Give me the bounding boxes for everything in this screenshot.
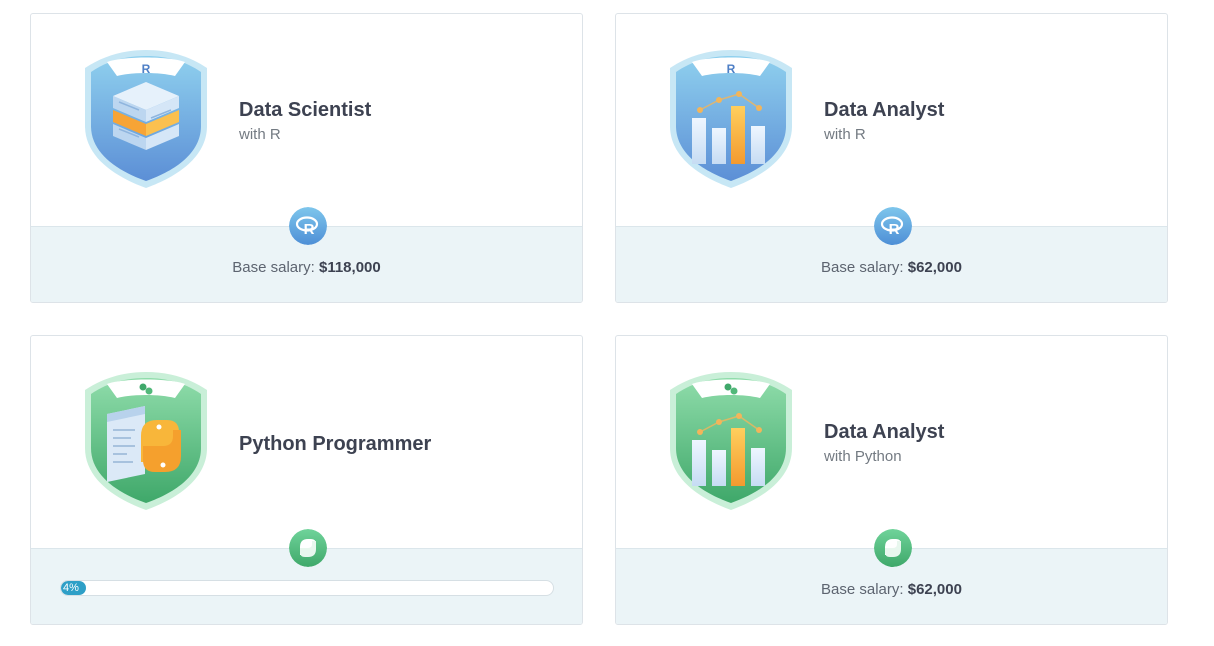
bar-chart-icon: R — [670, 50, 792, 188]
python-logo-icon — [874, 529, 912, 567]
salary-label: Base salary: — [821, 259, 904, 276]
track-title: Data Analyst — [824, 99, 945, 121]
salary-line: Base salary: $62,000 — [616, 259, 1167, 276]
card-header: R Data Analyst with R — [616, 14, 1167, 226]
salary-value: $62,000 — [907, 259, 962, 276]
title-block: Data Scientist with R — [239, 97, 371, 144]
title-block: Data Analyst with R — [824, 97, 944, 144]
r-logo-icon: R — [289, 207, 327, 245]
salary-label: Base salary: — [821, 581, 904, 598]
track-title: Data Scientist — [239, 99, 372, 121]
track-card-data-analyst-r[interactable]: R Data Analyst with R R Base salary: $62… — [615, 13, 1168, 303]
salary-line: Base salary: $62,000 — [616, 581, 1167, 598]
salary-label: Base salary: — [232, 259, 315, 276]
card-header: Data Analyst with Python — [616, 336, 1167, 548]
track-title: Data Analyst — [824, 421, 945, 443]
salary-value: $62,000 — [907, 581, 962, 598]
salary-line: Base salary: $118,000 — [31, 259, 582, 276]
card-header: Python Programmer — [31, 336, 582, 548]
progress-bar: 4% — [60, 580, 554, 596]
track-card-data-analyst-python[interactable]: Data Analyst with Python Base salary: $6… — [615, 335, 1168, 625]
python-logo-icon — [85, 372, 207, 510]
title-block: Python Programmer — [239, 431, 431, 457]
track-subtitle: with Python — [824, 448, 902, 465]
title-block: Data Analyst with Python — [824, 419, 944, 466]
python-logo-icon — [289, 529, 327, 567]
track-subtitle: with R — [824, 126, 866, 143]
svg-text:R: R — [889, 221, 900, 238]
track-card-python-programmer[interactable]: Python Programmer 4% — [30, 335, 583, 625]
svg-text:R: R — [727, 62, 736, 76]
track-title: Python Programmer — [239, 433, 432, 455]
salary-value: $118,000 — [318, 259, 381, 276]
svg-text:R: R — [142, 62, 151, 76]
svg-text:R: R — [304, 221, 315, 238]
track-card-data-scientist-r[interactable]: R Data Scientist with R R Base salary: $… — [30, 13, 583, 303]
track-subtitle: with R — [239, 126, 281, 143]
server-stack-icon: R — [85, 50, 207, 188]
r-logo-icon: R — [874, 207, 912, 245]
card-header: R Data Scientist with R — [31, 14, 582, 226]
progress-label: 4% — [63, 582, 79, 594]
bar-chart-icon — [670, 372, 792, 510]
